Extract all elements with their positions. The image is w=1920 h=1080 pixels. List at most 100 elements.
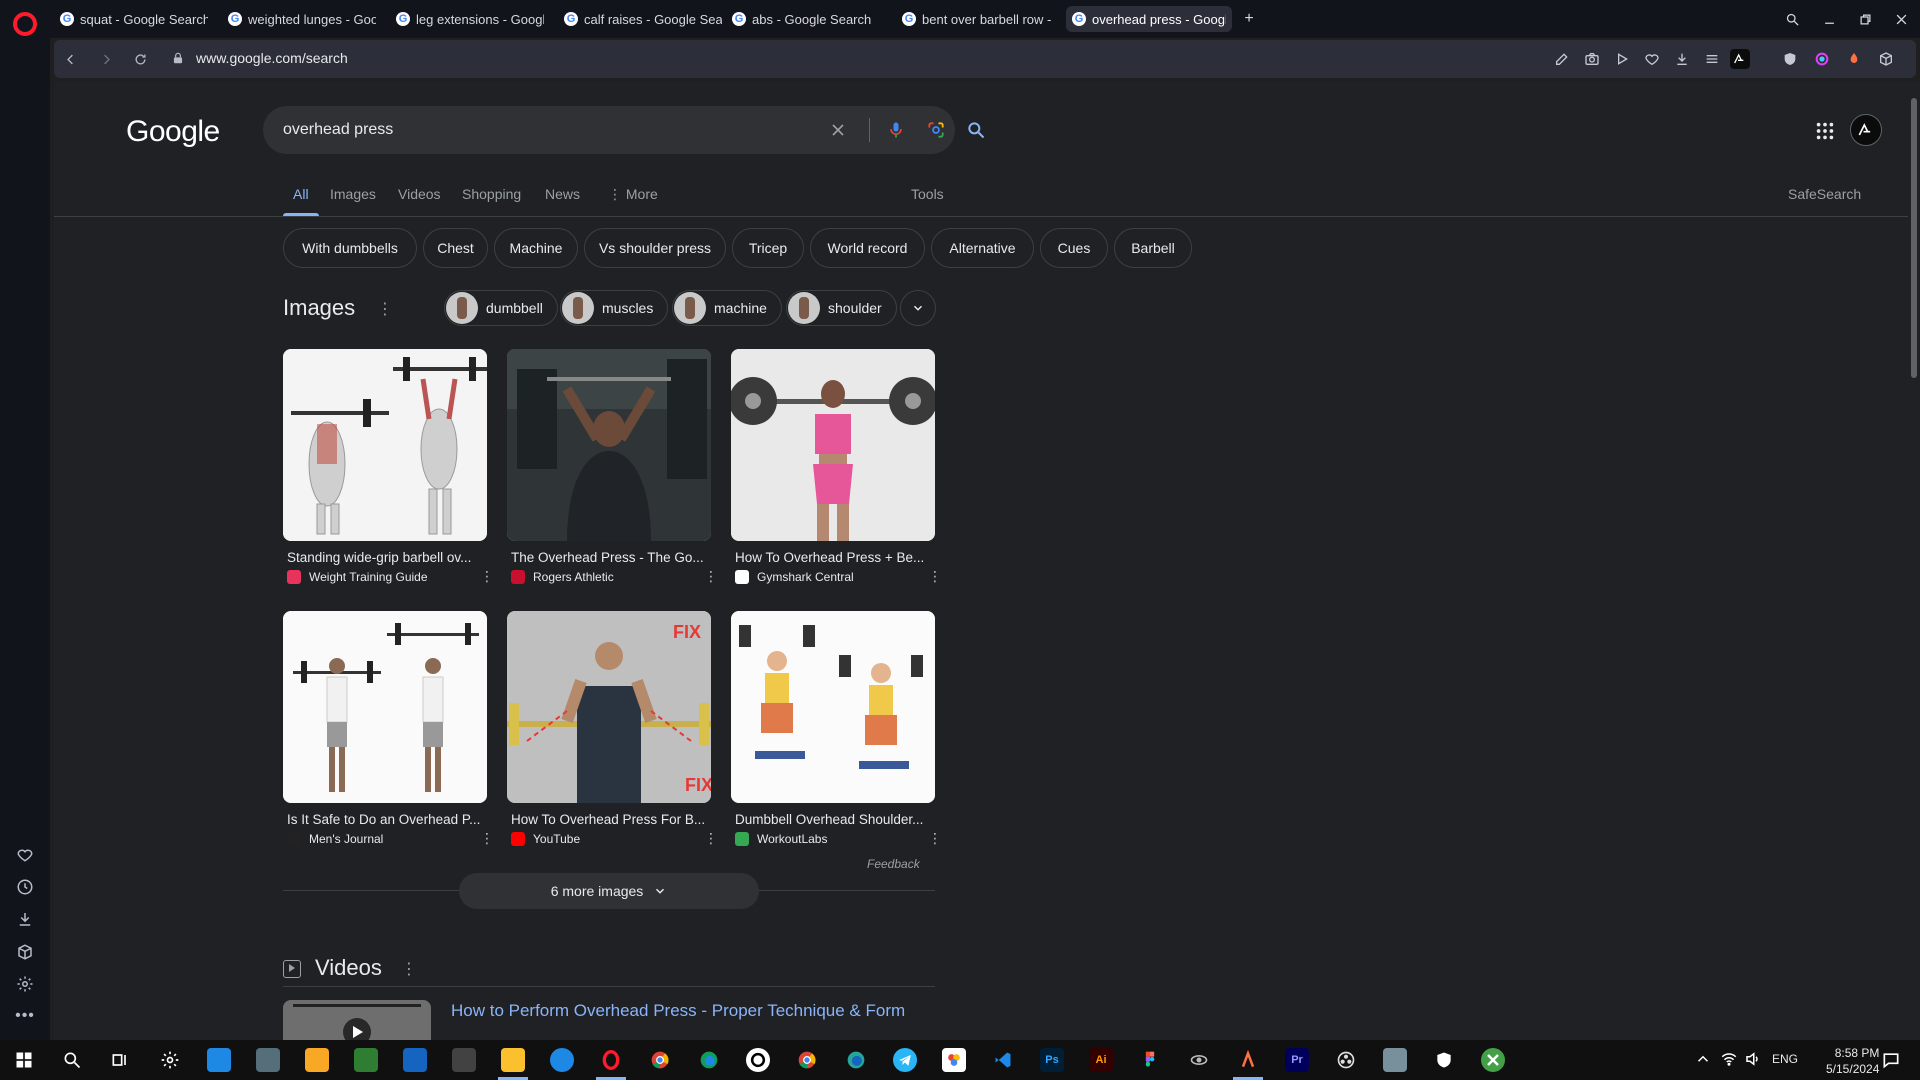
chip-vs-shoulder-press[interactable]: Vs shoulder press — [584, 228, 726, 268]
premiere-icon[interactable]: Pr — [1285, 1048, 1309, 1072]
scrollbar-thumb[interactable] — [1911, 98, 1917, 378]
edge-icon[interactable] — [697, 1048, 721, 1072]
video-thumbnail[interactable] — [283, 1000, 431, 1040]
image-chip-dumbbell[interactable]: dumbbell — [444, 290, 558, 326]
url-field[interactable]: www.google.com/search — [196, 50, 348, 66]
color-extension-icon[interactable] — [1812, 49, 1832, 69]
chip-cues[interactable]: Cues — [1040, 228, 1108, 268]
figma-icon[interactable] — [1138, 1048, 1162, 1072]
chip-alternative[interactable]: Alternative — [931, 228, 1034, 268]
result-options-icon[interactable]: ⋮ — [704, 568, 718, 585]
minimize-icon[interactable] — [1818, 8, 1840, 30]
tools-button[interactable]: Tools — [911, 186, 944, 202]
photos-app-icon[interactable] — [942, 1048, 966, 1072]
image-result-caption[interactable]: How To Overhead Press For B... — [511, 812, 709, 827]
chip-with-dumbbells[interactable]: With dumbbells — [283, 228, 417, 268]
videos-options-icon[interactable]: ⋮ — [401, 962, 417, 978]
chip-tricep[interactable]: Tricep — [732, 228, 804, 268]
tab-squat[interactable]: G squat - Google Search — [54, 6, 214, 32]
eye-app-icon[interactable] — [1187, 1048, 1211, 1072]
chip-chest[interactable]: Chest — [423, 228, 488, 268]
google-apps-icon[interactable] — [1814, 120, 1836, 142]
camera-icon[interactable] — [1582, 49, 1602, 69]
tab-abs[interactable]: G abs - Google Search — [726, 6, 886, 32]
volume-icon[interactable] — [1744, 1050, 1762, 1068]
image-result-2[interactable] — [507, 349, 711, 541]
image-chip-machine[interactable]: machine — [672, 290, 782, 326]
tab-weighted-lunges[interactable]: G weighted lunges - Google — [222, 6, 382, 32]
tray-chevron-up-icon[interactable] — [1694, 1050, 1712, 1068]
xbox-icon[interactable] — [1481, 1048, 1505, 1072]
shield-icon[interactable] — [1780, 49, 1800, 69]
heart-icon[interactable] — [13, 842, 37, 866]
illustrator-icon[interactable]: Ai — [1089, 1048, 1113, 1072]
heart-icon[interactable] — [1642, 49, 1662, 69]
security-shield-icon[interactable] — [1432, 1048, 1456, 1072]
clear-icon[interactable] — [827, 119, 849, 141]
app-icon-3[interactable] — [452, 1048, 476, 1072]
search-input[interactable]: overhead press — [283, 121, 393, 139]
image-result-caption[interactable]: Dumbbell Overhead Shoulder... — [735, 812, 933, 827]
flame-extension-icon[interactable] — [1844, 49, 1864, 69]
chip-barbell[interactable]: Barbell — [1114, 228, 1192, 268]
downloads-icon[interactable] — [13, 907, 37, 931]
image-result-3[interactable] — [731, 349, 935, 541]
image-result-source[interactable]: Gymshark Central — [735, 570, 854, 584]
notifications-icon[interactable] — [1880, 1049, 1902, 1071]
image-result-6[interactable] — [731, 611, 935, 803]
telegram-icon[interactable] — [893, 1048, 917, 1072]
result-options-icon[interactable]: ⋮ — [480, 830, 494, 847]
image-result-4[interactable] — [283, 611, 487, 803]
chrome-icon[interactable] — [795, 1048, 819, 1072]
tab-news[interactable]: News — [545, 186, 580, 202]
task-view-icon[interactable] — [108, 1048, 132, 1072]
tab-shopping[interactable]: Shopping — [462, 186, 521, 202]
result-options-icon[interactable]: ⋮ — [704, 830, 718, 847]
video-result-link[interactable]: How to Perform Overhead Press - Proper T… — [451, 1001, 905, 1021]
cube-extension-icon[interactable] — [1876, 49, 1896, 69]
settings-icon[interactable] — [158, 1048, 182, 1072]
image-result-caption[interactable]: The Overhead Press - The Go... — [511, 550, 709, 565]
image-result-source[interactable]: Men's Journal — [287, 832, 383, 846]
windows-start-icon[interactable] — [12, 1048, 36, 1072]
edge-icon[interactable] — [844, 1048, 868, 1072]
image-result-source[interactable]: Weight Training Guide — [287, 570, 428, 584]
sticky-notes-icon[interactable] — [501, 1048, 525, 1072]
tab-overhead-press[interactable]: G overhead press - Google S — [1066, 6, 1232, 32]
forward-icon[interactable] — [96, 49, 116, 69]
account-avatar[interactable] — [1850, 114, 1882, 146]
tab-search-icon[interactable] — [1781, 8, 1803, 30]
profile-extension-icon[interactable] — [1730, 49, 1750, 69]
microphone-icon[interactable] — [885, 119, 907, 141]
image-result-caption[interactable]: How To Overhead Press + Be... — [735, 550, 933, 565]
google-logo[interactable]: Google — [126, 115, 220, 149]
image-result-5[interactable]: FIX FIX — [507, 611, 711, 803]
image-result-source[interactable]: YouTube — [511, 832, 580, 846]
opera-taskbar-icon[interactable] — [599, 1048, 623, 1072]
download-icon[interactable] — [1672, 49, 1692, 69]
wifi-icon[interactable] — [1720, 1050, 1738, 1068]
lock-icon[interactable] — [171, 51, 185, 65]
image-result-caption[interactable]: Is It Safe to Do an Overhead P... — [287, 812, 485, 827]
opera-logo-icon[interactable] — [13, 12, 37, 36]
image-result-source[interactable]: Rogers Athletic — [511, 570, 614, 584]
chrome-icon[interactable] — [648, 1048, 672, 1072]
new-tab-icon[interactable]: + — [1240, 10, 1258, 28]
history-icon[interactable] — [13, 875, 37, 899]
more-images-button[interactable]: 6 more images — [459, 873, 759, 909]
app-icon-6[interactable] — [1236, 1048, 1260, 1072]
feedback-link[interactable]: Feedback — [867, 857, 920, 871]
image-result-caption[interactable]: Standing wide-grip barbell ov... — [287, 550, 485, 565]
image-chip-shoulder[interactable]: shoulder — [786, 290, 897, 326]
chip-world-record[interactable]: World record — [810, 228, 925, 268]
system-clock[interactable]: 8:58 PM 5/15/2024 — [1826, 1045, 1879, 1077]
search-box[interactable]: overhead press — [263, 106, 985, 154]
easy-setup-icon[interactable] — [1702, 49, 1722, 69]
app-icon-2[interactable] — [256, 1048, 280, 1072]
search-icon[interactable] — [60, 1048, 84, 1072]
result-options-icon[interactable]: ⋮ — [480, 568, 494, 585]
result-options-icon[interactable]: ⋮ — [928, 830, 942, 847]
image-result-1[interactable] — [283, 349, 487, 541]
tab-all[interactable]: All — [293, 186, 309, 202]
search-icon[interactable] — [965, 119, 987, 141]
